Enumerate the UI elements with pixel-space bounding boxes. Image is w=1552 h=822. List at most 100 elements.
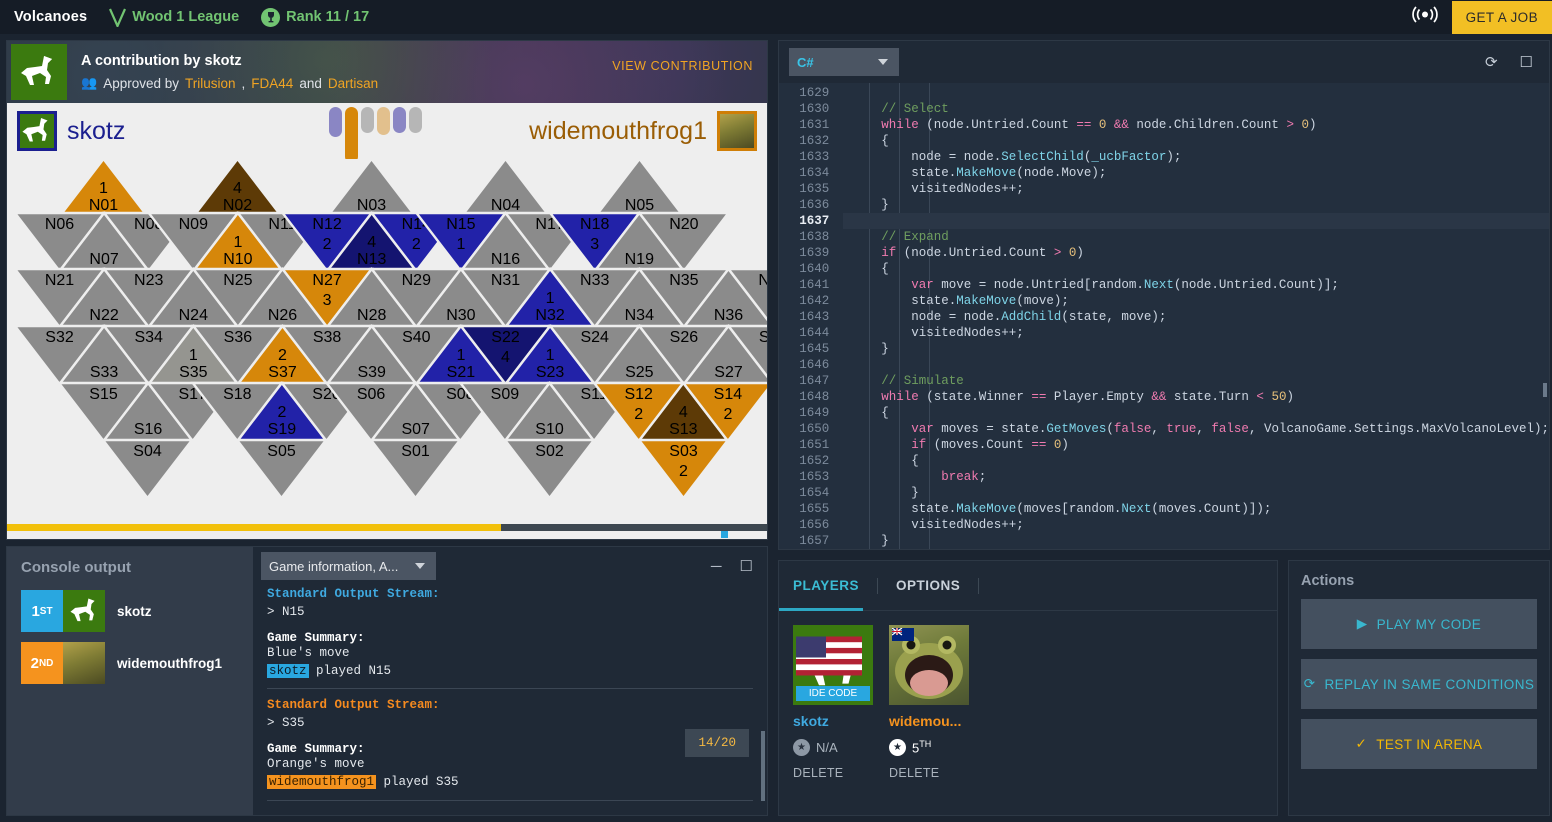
code-line[interactable]: } (843, 533, 1549, 549)
code-line[interactable]: state.MakeMove(node.Move); (843, 165, 1549, 181)
board-cell-N03[interactable]: N03 (324, 157, 419, 219)
board-cell-S05[interactable]: S05 (234, 438, 329, 500)
code-line[interactable] (843, 213, 1549, 229)
board-cell-N01[interactable]: N011 (56, 157, 151, 219)
player-name-link[interactable]: widemou... (889, 713, 969, 729)
editor-scrollbar[interactable] (1543, 383, 1547, 397)
code-line[interactable]: // Simulate (843, 373, 1549, 389)
code-line[interactable]: // Select (843, 101, 1549, 117)
avatar-skotz[interactable]: IDE CODE (793, 625, 873, 705)
actions-title: Actions (1301, 573, 1355, 589)
language-select[interactable]: C# (789, 48, 899, 76)
league-indicator[interactable]: Wood 1 League (109, 8, 239, 27)
code-line[interactable]: state.MakeMove(move); (843, 293, 1549, 309)
code-line[interactable]: break; (843, 469, 1549, 485)
code-line[interactable]: } (843, 485, 1549, 501)
replay-same-conditions-button[interactable]: ⟳ REPLAY IN SAME CONDITIONS (1301, 659, 1537, 709)
line-number: 1644 (799, 326, 830, 340)
line-number: 1646 (799, 358, 830, 372)
player-name-link[interactable]: skotz (793, 713, 873, 729)
summary-move: widemouthfrog1 played S35 (267, 774, 753, 792)
approver-3[interactable]: Dartisan (328, 76, 378, 91)
code-lines[interactable]: // Select while (node.Untried.Count == 0… (843, 83, 1549, 549)
place-number: 2 (30, 654, 39, 672)
code-line[interactable]: { (843, 453, 1549, 469)
svg-text:N02: N02 (223, 197, 252, 214)
board-cell-S01[interactable]: S01 (368, 438, 463, 500)
code-line[interactable]: // Expand (843, 229, 1549, 245)
tab-players[interactable]: PLAYERS (778, 561, 877, 611)
code-line[interactable]: var move = node.Untried[random.Next(node… (843, 277, 1549, 293)
code-line[interactable]: { (843, 133, 1549, 149)
code-line[interactable]: { (843, 405, 1549, 421)
svg-text:2: 2 (634, 406, 643, 423)
view-contribution-link[interactable]: VIEW CONTRIBUTION (612, 59, 753, 73)
avatar-widemouthfrog1[interactable] (889, 625, 969, 705)
line-number: 1634 (799, 166, 830, 180)
refresh-icon[interactable]: ⟳ (1485, 55, 1498, 70)
code-line[interactable] (843, 357, 1549, 373)
svg-text:S14: S14 (714, 386, 743, 403)
svg-text:4: 4 (679, 404, 688, 421)
code-line[interactable]: } (843, 341, 1549, 357)
code-area[interactable]: 1629 1630 1631 1632 1633 1634 1635 1636 1637 1638… (779, 83, 1549, 549)
turn-counter-badge: 14/20 (685, 729, 749, 757)
avatar-player-orange (717, 111, 757, 151)
cap-3 (361, 107, 374, 133)
line-number: 1645 (799, 342, 830, 356)
code-line[interactable]: visitedNodes++; (843, 181, 1549, 197)
svg-text:N09: N09 (179, 216, 208, 233)
board-cell-S04[interactable]: S04 (100, 438, 195, 500)
minimize-icon[interactable]: ─ (711, 559, 722, 574)
svg-text:N33: N33 (580, 272, 609, 289)
place-suffix: ST (39, 605, 53, 617)
tab-options[interactable]: OPTIONS (896, 561, 978, 610)
line-number: 1638 (799, 230, 830, 244)
code-line[interactable]: visitedNodes++; (843, 517, 1549, 533)
svg-text:N23: N23 (134, 272, 163, 289)
svg-text:4: 4 (233, 180, 242, 197)
play-my-code-button[interactable]: ▶ PLAY MY CODE (1301, 599, 1537, 649)
console-log[interactable]: Standard Output Stream: > N15 Game Summa… (253, 581, 767, 815)
rank-indicator[interactable]: Rank 11 / 17 (261, 7, 369, 27)
code-line[interactable]: } (843, 197, 1549, 213)
approver-2[interactable]: FDA44 (251, 76, 293, 91)
board-cell-N02[interactable]: N024 (190, 157, 285, 219)
test-in-arena-button[interactable]: ✓ TEST IN ARENA (1301, 719, 1537, 769)
maximize-icon[interactable]: ☐ (740, 559, 753, 574)
get-a-job-button[interactable]: GET A JOB (1451, 0, 1552, 34)
board-cell-N05[interactable]: N05 (592, 157, 687, 219)
broadcast-icon[interactable] (1411, 6, 1438, 28)
tab-separator (978, 577, 980, 594)
board-cell-S03[interactable]: S032 (636, 438, 731, 500)
svg-text:N22: N22 (89, 307, 118, 324)
code-line[interactable]: { (843, 261, 1549, 277)
approver-1[interactable]: Trilusion (185, 76, 236, 91)
code-line[interactable]: visitedNodes++; (843, 325, 1549, 341)
delete-player-button[interactable]: DELETE (793, 766, 873, 780)
volcano-cap-indicator (329, 107, 422, 163)
svg-text:S22: S22 (491, 329, 520, 346)
code-line[interactable]: if (moves.Count == 0) (843, 437, 1549, 453)
code-line[interactable]: node = node.AddChild(state, move); (843, 309, 1549, 325)
star-icon: ★ (793, 739, 810, 756)
line-number: 1657 (799, 534, 830, 548)
code-line[interactable]: node = node.SelectChild(_ucbFactor); (843, 149, 1549, 165)
console-scrollbar[interactable] (761, 731, 765, 801)
code-line[interactable] (843, 85, 1549, 101)
code-line[interactable]: if (node.Untried.Count > 0) (843, 245, 1549, 261)
console-filter-select[interactable]: Game information, A... (261, 552, 436, 580)
maximize-icon[interactable]: ☐ (1520, 55, 1533, 70)
game-viewer: A contribution by skotz 👥 Approved by Tr… (6, 40, 768, 540)
llama-icon (70, 598, 95, 622)
replay-progress-bar[interactable] (7, 524, 767, 538)
code-line[interactable]: var moves = state.GetMoves(false, true, … (843, 421, 1549, 437)
code-line[interactable]: while (node.Untried.Count == 0 && node.C… (843, 117, 1549, 133)
board-cell-N04[interactable]: N04 (458, 157, 553, 219)
code-line[interactable]: state.MakeMove(moves[random.Next(moves.C… (843, 501, 1549, 517)
delete-player-button[interactable]: DELETE (889, 766, 969, 780)
game-board[interactable]: N01 1 N02 4 N03 N04 N05 N06 N07 N08 N09 N10 1 N11 N12 2… (7, 157, 767, 538)
board-cell-S02[interactable]: S02 (502, 438, 597, 500)
code-line[interactable]: while (state.Winner == Player.Empty && s… (843, 389, 1549, 405)
league-chevron-icon (109, 8, 127, 27)
